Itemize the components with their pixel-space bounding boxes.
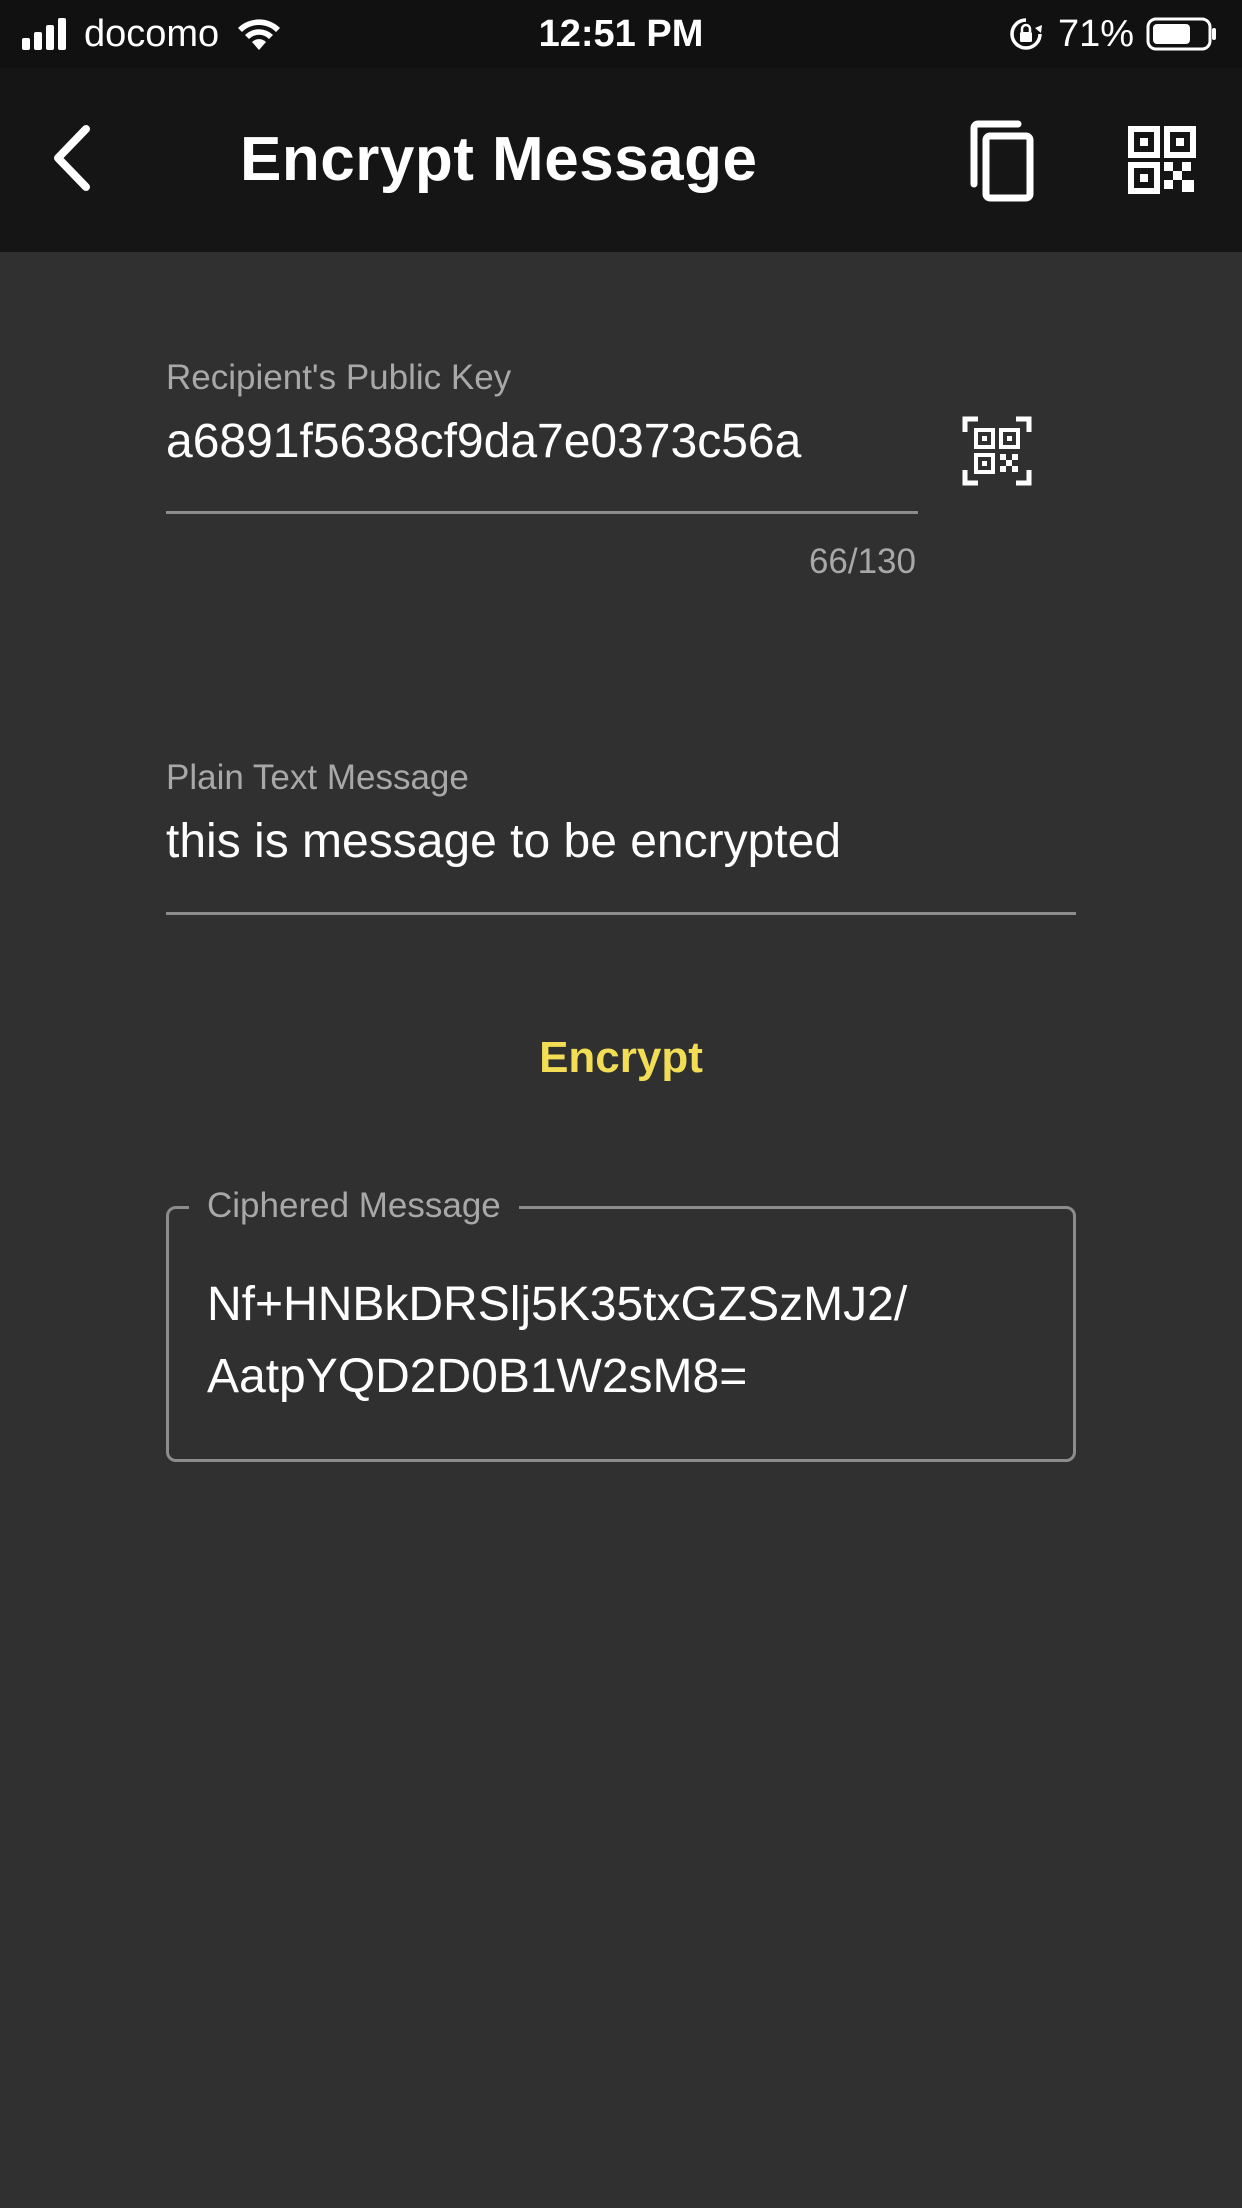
ciphered-message-label: Ciphered Message <box>189 1181 519 1231</box>
encrypt-button[interactable]: Encrypt <box>471 1022 771 1094</box>
ciphered-message-field[interactable]: Ciphered Message Nf+HNBkDRSlj5K35txGZSzM… <box>166 1181 1076 1462</box>
app-bar: Encrypt Message <box>0 68 1242 252</box>
rotation-lock-icon <box>1010 18 1042 50</box>
copy-icon <box>970 120 1034 202</box>
battery-icon <box>1146 17 1216 51</box>
public-key-input[interactable]: a6891f5638cf9da7e0373c56a <box>166 410 918 474</box>
battery-percentage: 71% <box>1057 12 1134 55</box>
scan-qr-button[interactable] <box>962 416 1032 486</box>
plain-text-input[interactable]: this is message to be encrypted <box>166 810 841 874</box>
qr-scan-icon <box>962 416 1032 486</box>
public-key-value: a6891f5638cf9da7e0373c56a <box>166 415 802 468</box>
public-key-label: Recipient's Public Key <box>166 358 512 397</box>
ciphered-message-line-1: Nf+HNBkDRSlj5K35txGZSzMJ2/ <box>207 1278 908 1331</box>
status-right: 71% <box>1008 10 1218 58</box>
status-bar: docomo 12:51 PM 71% <box>0 0 1242 68</box>
plain-text-underline <box>166 912 1076 915</box>
page-title: Encrypt Message <box>240 125 758 194</box>
qr-code-button[interactable] <box>1128 126 1196 194</box>
back-button[interactable] <box>36 116 108 200</box>
ciphered-message-text: Nf+HNBkDRSlj5K35txGZSzMJ2/ AatpYQD2D0B1W… <box>207 1269 1047 1413</box>
qr-code-icon <box>1128 126 1196 194</box>
copy-button[interactable] <box>964 120 1040 204</box>
public-key-underline <box>166 511 918 514</box>
ciphered-message-line-2: AatpYQD2D0B1W2sM8= <box>207 1350 748 1403</box>
plain-text-label: Plain Text Message <box>166 758 469 797</box>
chevron-left-icon <box>54 125 90 191</box>
character-counter: 66/130 <box>808 542 916 581</box>
